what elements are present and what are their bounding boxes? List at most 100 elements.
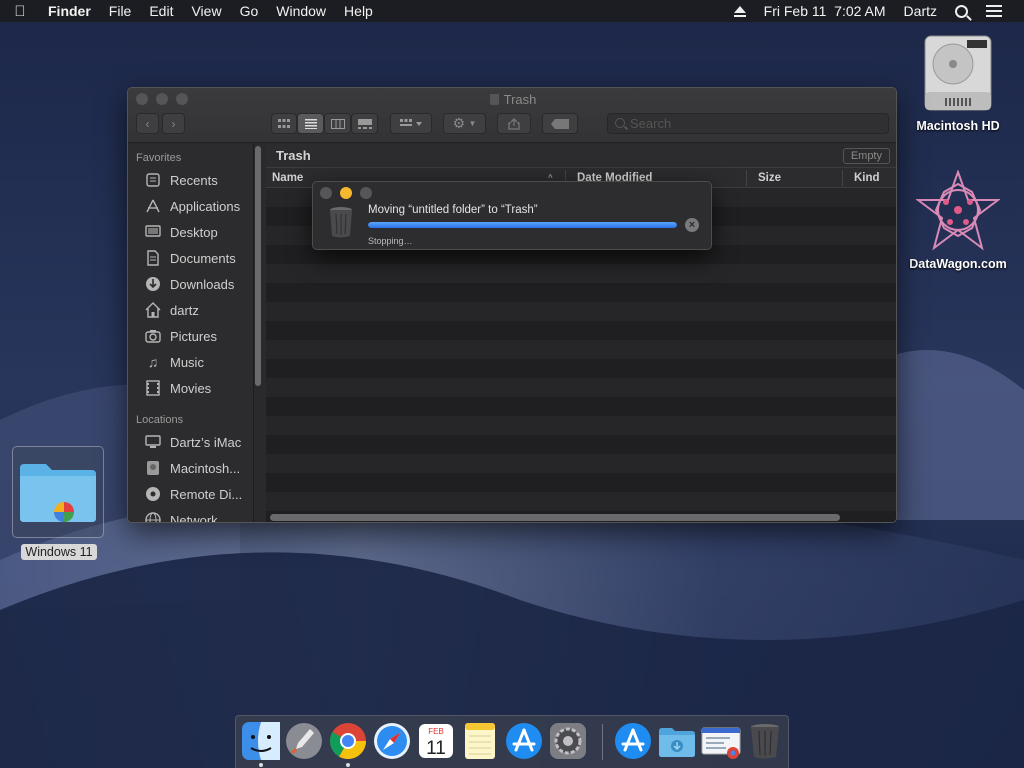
column-name[interactable]: Name bbox=[272, 172, 303, 184]
launchpad-icon[interactable] bbox=[284, 721, 324, 761]
gallery-view-button[interactable] bbox=[351, 113, 378, 134]
sidebar-item-home[interactable]: dartz bbox=[144, 300, 199, 320]
column-view-icon bbox=[330, 118, 345, 129]
dock-separator bbox=[602, 724, 603, 760]
safari-icon[interactable] bbox=[372, 721, 412, 761]
sidebar-item-remote-disc[interactable]: Remote Di... bbox=[144, 484, 242, 504]
sidebar-item-label: Remote Di... bbox=[170, 486, 243, 502]
menubar-user[interactable]: Dartz bbox=[904, 3, 937, 19]
sidebar-item-documents[interactable]: Documents bbox=[144, 248, 236, 268]
menubar-clock[interactable]: Fri Feb 11 7:02 AM bbox=[764, 3, 886, 19]
group-by-button[interactable] bbox=[390, 113, 432, 134]
app-store-download-icon[interactable] bbox=[613, 721, 653, 761]
finder-window: Trash ‹ › ⚙ ▼ Search Favorites Recents A… bbox=[127, 87, 897, 523]
column-divider[interactable] bbox=[842, 170, 843, 186]
finder-toolbar: Trash ‹ › ⚙ ▼ Search bbox=[128, 88, 896, 143]
menu-help[interactable]: Help bbox=[336, 3, 383, 19]
copy-progress-dialog: Moving “untitled folder” to “Trash” × St… bbox=[312, 181, 712, 250]
calendar-icon[interactable]: FEB 11 bbox=[416, 721, 456, 761]
path-bar: Trash Empty bbox=[266, 144, 896, 168]
pictures-icon bbox=[144, 327, 162, 345]
sidebar-scrollbar[interactable] bbox=[255, 146, 261, 386]
close-icon: × bbox=[688, 219, 696, 231]
search-icon bbox=[615, 118, 625, 128]
forward-button[interactable]: › bbox=[162, 113, 185, 134]
sidebar-item-movies[interactable]: Movies bbox=[144, 378, 211, 398]
trash-dock-icon[interactable] bbox=[745, 721, 785, 761]
app-store-icon[interactable] bbox=[504, 721, 544, 761]
documents-icon bbox=[144, 249, 162, 267]
edit-tags-button[interactable] bbox=[542, 113, 578, 134]
menu-file[interactable]: File bbox=[101, 3, 142, 19]
list-view-button[interactable] bbox=[297, 113, 324, 134]
sidebar-item-downloads[interactable]: Downloads bbox=[144, 274, 234, 294]
system-preferences-icon[interactable] bbox=[548, 721, 588, 761]
sidebar-item-recents[interactable]: Recents bbox=[144, 170, 218, 190]
chevron-down-icon: ▼ bbox=[468, 119, 477, 128]
desktop-icon-macintosh-hd[interactable]: Macintosh HD bbox=[906, 34, 1010, 133]
movies-icon bbox=[144, 379, 162, 397]
desktop-icon bbox=[144, 223, 162, 241]
spotlight-search-icon[interactable] bbox=[955, 4, 968, 18]
sidebar-item-label: Downloads bbox=[170, 276, 235, 292]
menu-edit[interactable]: Edit bbox=[141, 3, 183, 19]
search-field[interactable]: Search bbox=[607, 113, 889, 134]
downloads-folder-icon[interactable] bbox=[657, 721, 697, 761]
chrome-window-icon[interactable] bbox=[701, 721, 741, 761]
menu-app-finder[interactable]: Finder bbox=[40, 3, 101, 19]
table-row bbox=[266, 340, 896, 359]
folder-icon bbox=[20, 464, 96, 522]
folder-title: Trash bbox=[276, 148, 311, 163]
eject-icon[interactable] bbox=[733, 5, 746, 17]
sidebar-item-label: Network bbox=[170, 512, 218, 523]
sidebar-item-label: Music bbox=[170, 354, 204, 370]
apple-menu-icon[interactable]:  bbox=[0, 3, 40, 20]
calendar-month: FEB bbox=[428, 727, 444, 736]
notes-icon[interactable] bbox=[460, 721, 500, 761]
dialog-close-button[interactable] bbox=[320, 187, 332, 199]
back-button[interactable]: ‹ bbox=[136, 113, 159, 134]
sidebar-item-label: Movies bbox=[170, 380, 212, 396]
menu-window[interactable]: Window bbox=[268, 3, 336, 19]
desktop-icon-windows-11[interactable]: Windows 11 bbox=[12, 446, 106, 561]
sidebar-item-network[interactable]: Network bbox=[144, 510, 218, 523]
dialog-minimize-button[interactable] bbox=[340, 187, 352, 199]
imac-icon bbox=[144, 433, 162, 451]
sidebar-item-label: dartz bbox=[170, 302, 199, 318]
remote-disc-icon bbox=[144, 485, 162, 503]
finder-icon[interactable] bbox=[241, 721, 281, 761]
downloads-icon bbox=[144, 275, 162, 293]
list-view-icon bbox=[304, 118, 317, 129]
empty-trash-button[interactable]: Empty bbox=[842, 148, 890, 164]
icon-view-button[interactable] bbox=[271, 113, 297, 134]
column-view-button[interactable] bbox=[324, 113, 351, 134]
table-row bbox=[266, 264, 896, 283]
running-indicator bbox=[346, 763, 350, 767]
chrome-icon[interactable] bbox=[328, 721, 368, 761]
column-kind[interactable]: Kind bbox=[854, 172, 880, 184]
cancel-copy-button[interactable]: × bbox=[685, 218, 699, 232]
notification-center-icon[interactable] bbox=[986, 5, 1002, 17]
menu-go[interactable]: Go bbox=[232, 3, 269, 19]
table-row bbox=[266, 435, 896, 454]
sidebar-item-pictures[interactable]: Pictures bbox=[144, 326, 217, 346]
share-button[interactable] bbox=[497, 113, 531, 134]
horizontal-scrollbar[interactable] bbox=[270, 514, 840, 521]
action-button[interactable]: ⚙ ▼ bbox=[443, 113, 486, 134]
table-row bbox=[266, 416, 896, 435]
calendar-day: 11 bbox=[426, 738, 446, 759]
sidebar-item-applications[interactable]: Applications bbox=[144, 196, 240, 216]
sidebar-item-imac[interactable]: Dartz’s iMac bbox=[144, 432, 241, 452]
sidebar-item-desktop[interactable]: Desktop bbox=[144, 222, 218, 242]
dialog-zoom-button[interactable] bbox=[360, 187, 372, 199]
dialog-status: Stopping… bbox=[368, 236, 413, 246]
menu-view[interactable]: View bbox=[183, 3, 231, 19]
dialog-message: Moving “untitled folder” to “Trash” bbox=[368, 204, 538, 216]
column-size[interactable]: Size bbox=[758, 172, 781, 184]
sidebar-item-label: Pictures bbox=[170, 328, 217, 344]
column-divider[interactable] bbox=[746, 170, 747, 186]
table-row bbox=[266, 397, 896, 416]
desktop-icon-datawagon[interactable]: DataWagon.com bbox=[902, 169, 1014, 271]
sidebar-item-music[interactable]: ♫ Music bbox=[144, 352, 204, 372]
sidebar-item-macintosh-hd[interactable]: Macintosh... bbox=[144, 458, 240, 478]
